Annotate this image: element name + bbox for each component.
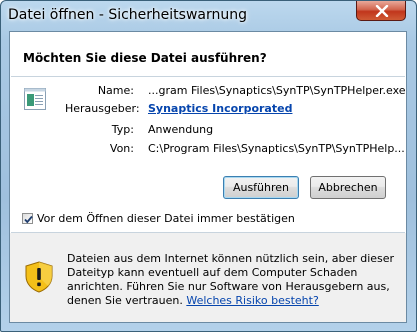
name-label: Name: <box>97 84 134 97</box>
dialog-main-area: Möchten Sie diese Datei ausführen? Name:… <box>10 32 406 232</box>
always-confirm-checkbox[interactable] <box>22 213 33 224</box>
security-shield-warning-icon <box>25 261 53 296</box>
warning-message: Dateien aus dem Internet können nützlich… <box>67 252 397 308</box>
close-icon <box>375 5 389 17</box>
title-bar[interactable]: Datei öffnen - Sicherheitswarnung <box>1 1 416 31</box>
from-label: Von: <box>109 142 134 155</box>
application-window-icon <box>24 88 46 110</box>
name-value: ...gram Files\Synaptics\SynTP\SynTPHelpe… <box>148 84 406 97</box>
checkmark-icon <box>24 215 33 224</box>
window-title: Datei öffnen - Sicherheitswarnung <box>8 7 247 23</box>
publisher-label: Herausgeber: <box>65 102 140 115</box>
always-confirm-label[interactable]: Vor dem Öffnen dieser Datei immer bestät… <box>37 212 295 225</box>
warning-panel: Dateien aus dem Internet können nützlich… <box>10 233 406 322</box>
from-value: C:\Program Files\Synaptics\SynTP\SynTPHe… <box>148 142 405 155</box>
dialog-question: Möchten Sie diese Datei ausführen? <box>23 51 267 65</box>
close-button[interactable] <box>356 1 406 21</box>
run-button[interactable]: Ausführen <box>223 176 299 199</box>
cancel-button[interactable]: Abbrechen <box>310 176 386 199</box>
security-warning-window: Datei öffnen - Sicherheitswarnung Möchte… <box>0 0 417 332</box>
dialog-content: Möchten Sie diese Datei ausführen? Name:… <box>9 31 407 323</box>
publisher-link[interactable]: Synaptics Incorporated <box>148 102 292 115</box>
type-value: Anwendung <box>148 123 214 136</box>
divider <box>11 76 405 77</box>
type-label: Typ: <box>111 123 134 136</box>
risk-info-link[interactable]: Welches Risiko besteht? <box>186 294 318 307</box>
